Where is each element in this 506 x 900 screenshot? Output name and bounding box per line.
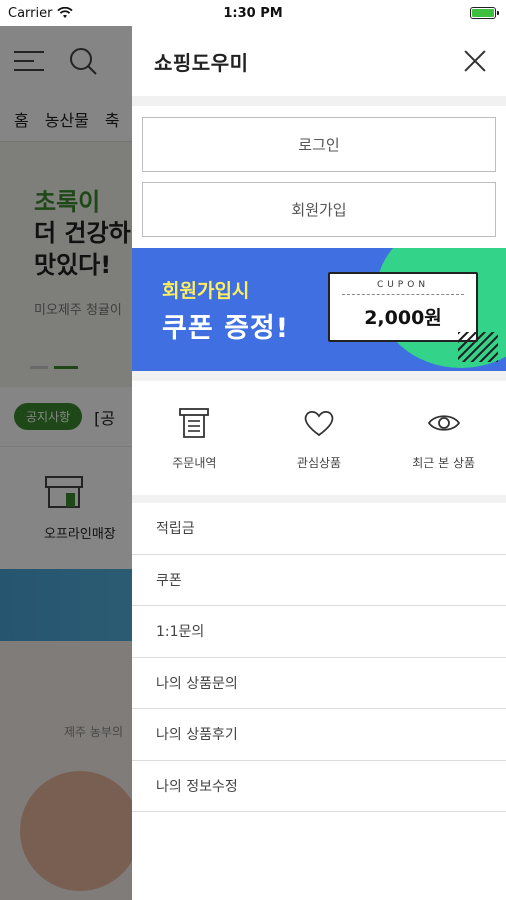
menu-item-edit-profile[interactable]: 나의 정보수정 bbox=[132, 761, 506, 812]
quick-link-recent[interactable]: 최근 본 상품 bbox=[381, 406, 506, 471]
login-button[interactable]: 로그인 bbox=[142, 117, 496, 172]
battery-icon bbox=[470, 7, 499, 19]
carrier-label: Carrier bbox=[8, 5, 53, 21]
quick-link-label: 주문내역 bbox=[172, 455, 217, 470]
close-icon[interactable] bbox=[462, 48, 488, 74]
eye-icon bbox=[427, 414, 460, 431]
drawer-header: 쇼핑도우미 bbox=[132, 26, 506, 96]
coupon-line2: 쿠폰 증정! bbox=[162, 313, 290, 344]
side-drawer: 쇼핑도우미 로그인 회원가입 회원가입시 쿠폰 증정! CUPON 2,000원 bbox=[132, 26, 506, 900]
menu-item-inquiry[interactable]: 1:1문의 bbox=[132, 606, 506, 658]
drawer-menu: 적립금 쿠폰 1:1문의 나의 상품문의 나의 상품후기 나의 정보수정 bbox=[132, 503, 506, 812]
divider bbox=[132, 371, 506, 381]
coupon-banner[interactable]: 회원가입시 쿠폰 증정! CUPON 2,000원 bbox=[132, 248, 506, 371]
quick-link-label: 관심상품 bbox=[296, 455, 342, 470]
status-bar: Carrier 1:30 PM bbox=[0, 0, 506, 26]
auth-section: 로그인 회원가입 bbox=[132, 106, 506, 248]
menu-item-product-reviews[interactable]: 나의 상품후기 bbox=[132, 709, 506, 761]
heart-icon bbox=[304, 410, 334, 436]
status-time: 1:30 PM bbox=[223, 5, 283, 21]
quick-link-orders[interactable]: 주문내역 bbox=[132, 406, 257, 471]
signup-button[interactable]: 회원가입 bbox=[142, 182, 496, 237]
quick-link-label: 최근 본 상품 bbox=[412, 455, 476, 470]
coupon-line1: 회원가입시 bbox=[162, 280, 250, 302]
quick-link-wishlist[interactable]: 관심상품 bbox=[257, 406, 382, 471]
menu-item-coupons[interactable]: 쿠폰 bbox=[132, 555, 506, 606]
menu-item-product-questions[interactable]: 나의 상품문의 bbox=[132, 658, 506, 709]
divider bbox=[132, 96, 506, 106]
coupon-ticket: CUPON 2,000원 bbox=[328, 272, 498, 362]
receipt-icon bbox=[179, 407, 210, 438]
coupon-amount: 2,000원 bbox=[364, 307, 442, 329]
status-left: Carrier bbox=[8, 5, 74, 21]
menu-item-points[interactable]: 적립금 bbox=[132, 503, 506, 555]
coupon-ticket-label: CUPON bbox=[376, 280, 430, 290]
drawer-title: 쇼핑도우미 bbox=[154, 50, 249, 75]
divider bbox=[132, 495, 506, 503]
quick-links: 주문내역 관심상품 최근 본 상품 bbox=[132, 381, 506, 495]
wifi-icon bbox=[57, 7, 74, 18]
